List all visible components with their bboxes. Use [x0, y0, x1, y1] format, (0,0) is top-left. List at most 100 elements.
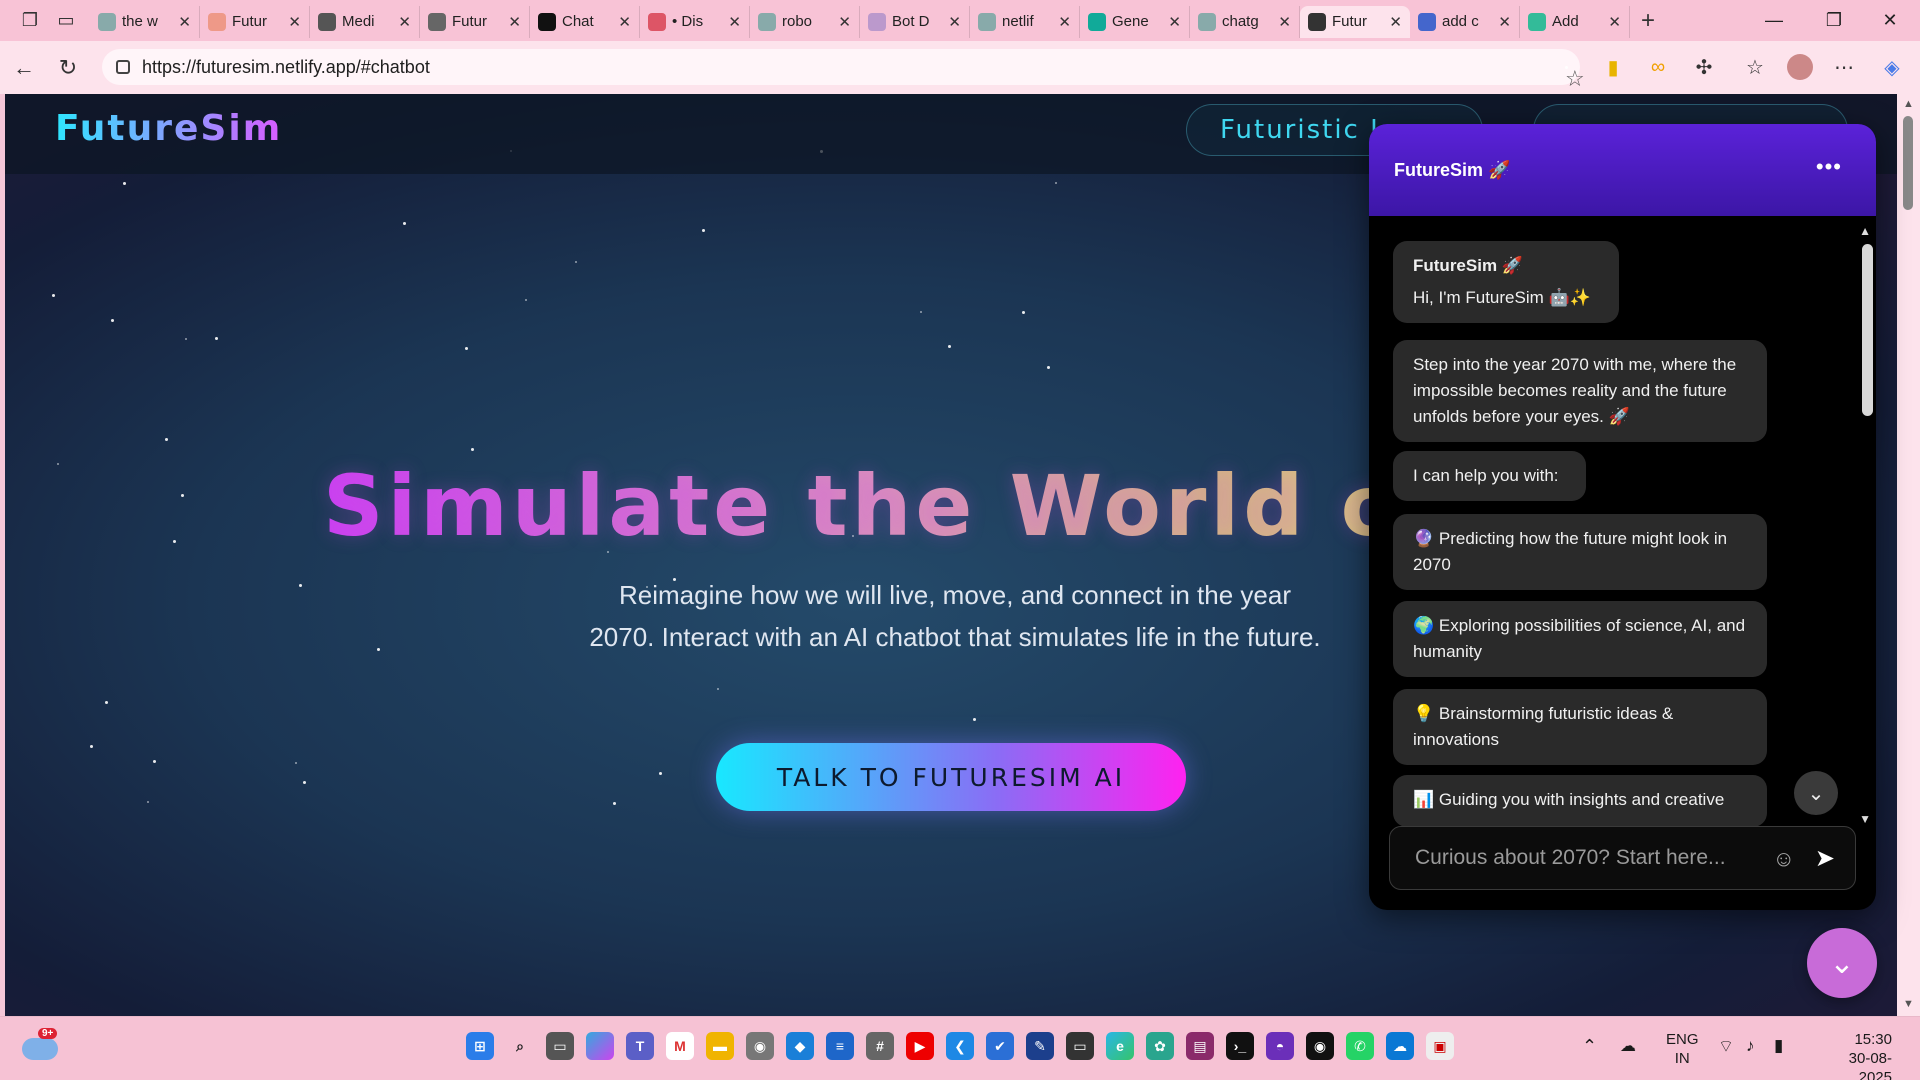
search-icon[interactable]: ⌕: [506, 1032, 534, 1060]
start-icon[interactable]: ⊞: [466, 1032, 494, 1060]
app-icon[interactable]: ✎: [1026, 1032, 1054, 1060]
browser-tab[interactable]: Chat ✕: [530, 5, 640, 38]
browser-tab[interactable]: Add ✕: [1520, 5, 1630, 38]
url-text[interactable]: https://futuresim.netlify.app/#chatbot: [142, 57, 430, 78]
browser-tab[interactable]: Futur ✕: [200, 5, 310, 38]
github-icon[interactable]: ◉: [1306, 1032, 1334, 1060]
whatsapp-icon[interactable]: ✆: [1346, 1032, 1374, 1060]
workspaces-icon[interactable]: ❐: [12, 5, 48, 37]
docs-icon[interactable]: ≡: [826, 1032, 854, 1060]
weather-widget[interactable]: 9+: [22, 1028, 60, 1060]
search-icon: [98, 12, 116, 31]
close-window-button[interactable]: ✕: [1860, 0, 1920, 41]
emoji-icon[interactable]: ☺: [1773, 846, 1795, 872]
battery-icon[interactable]: ▮: [1774, 1036, 1783, 1056]
terminal-app-icon[interactable]: ▭: [1066, 1032, 1094, 1060]
scroll-to-bottom-button[interactable]: ⌄: [1794, 771, 1838, 815]
close-tab-icon[interactable]: ✕: [178, 13, 191, 31]
close-tab-icon[interactable]: ✕: [398, 13, 411, 31]
extension-glasses-icon[interactable]: ∞: [1642, 51, 1674, 83]
close-tab-icon[interactable]: ✕: [1168, 13, 1181, 31]
file-explorer-icon[interactable]: ▬: [706, 1032, 734, 1060]
talk-to-futuresim-button[interactable]: TALK TO FUTURESIM AI: [716, 743, 1186, 811]
close-tab-icon[interactable]: ✕: [728, 13, 741, 31]
close-tab-icon[interactable]: ✕: [1389, 13, 1402, 31]
tab-title: robo: [782, 13, 813, 30]
close-tab-icon[interactable]: ✕: [1278, 13, 1291, 31]
background-star: [471, 448, 474, 451]
chat-scrollbar-thumb[interactable]: [1862, 244, 1873, 416]
close-tab-icon[interactable]: ✕: [288, 13, 301, 31]
copilot-icon[interactable]: ◈: [1876, 51, 1908, 83]
vertical-tabs-icon[interactable]: ▭: [48, 5, 84, 37]
volume-icon[interactable]: ♪: [1746, 1036, 1755, 1056]
calculator-icon[interactable]: #: [866, 1032, 894, 1060]
browser-tab[interactable]: Futur ✕: [420, 5, 530, 38]
close-tab-icon[interactable]: ✕: [838, 13, 851, 31]
browser-tab[interactable]: add c ✕: [1410, 5, 1520, 38]
close-tab-icon[interactable]: ✕: [1608, 13, 1621, 31]
todo-icon[interactable]: ✔: [986, 1032, 1014, 1060]
chatgpt-icon[interactable]: ✿: [1146, 1032, 1174, 1060]
extensions-puzzle-icon[interactable]: ✣: [1688, 51, 1720, 83]
chat-scroll-down-arrow[interactable]: ▼: [1859, 812, 1871, 826]
address-bar[interactable]: https://futuresim.netlify.app/#chatbot ☆: [102, 49, 1585, 91]
github-desktop-icon[interactable]: ◓: [1266, 1032, 1294, 1060]
language-indicator[interactable]: ENG IN: [1666, 1030, 1699, 1068]
close-tab-icon[interactable]: ✕: [948, 13, 961, 31]
search-icon: [1198, 12, 1216, 31]
app-icon[interactable]: ▣: [1426, 1032, 1454, 1060]
browser-tab[interactable]: • Dis ✕: [640, 5, 750, 38]
browser-tab[interactable]: netlif ✕: [970, 5, 1080, 38]
youtube-icon[interactable]: ▶: [906, 1032, 934, 1060]
close-tab-icon[interactable]: ✕: [508, 13, 521, 31]
browser-tab[interactable]: the w ✕: [90, 5, 200, 38]
diamond-icon: [1088, 12, 1106, 31]
close-tab-icon[interactable]: ✕: [618, 13, 631, 31]
back-button[interactable]: ←: [2, 48, 46, 88]
teams-icon[interactable]: T: [626, 1032, 654, 1060]
browser-tab[interactable]: Bot D ✕: [860, 5, 970, 38]
page-scrollbar[interactable]: ▲ ▼: [1897, 94, 1920, 1016]
refresh-button[interactable]: ↻: [46, 48, 90, 88]
camera-icon[interactable]: ◉: [746, 1032, 774, 1060]
copilot-icon[interactable]: [586, 1032, 614, 1060]
restore-button[interactable]: ❐: [1804, 0, 1864, 41]
chat-input-box: ☺ ➤: [1389, 826, 1856, 890]
wifi-icon[interactable]: ⌔: [1718, 1036, 1734, 1057]
browser-tab[interactable]: Futur ✕: [1300, 5, 1410, 38]
onedrive-icon[interactable]: ☁: [1386, 1032, 1414, 1060]
gmail-icon[interactable]: M: [666, 1032, 694, 1060]
profile-avatar[interactable]: [1787, 54, 1813, 80]
browser-tab[interactable]: robo ✕: [750, 5, 860, 38]
favorites-icon[interactable]: ☆: [1739, 51, 1771, 83]
clock[interactable]: 15:30 30-08-2025: [1818, 1030, 1892, 1080]
browser-tab[interactable]: Medi ✕: [310, 5, 420, 38]
favorite-star-icon[interactable]: ☆: [1565, 65, 1585, 91]
close-tab-icon[interactable]: ✕: [1498, 13, 1511, 31]
background-star: [105, 701, 108, 704]
close-tab-icon[interactable]: ✕: [1058, 13, 1071, 31]
app-icon[interactable]: ▤: [1186, 1032, 1214, 1060]
cloud-offline-icon[interactable]: ☁: [1620, 1036, 1636, 1056]
site-logo[interactable]: FutureSim: [55, 108, 282, 149]
show-hidden-icons[interactable]: ⌃: [1582, 1036, 1597, 1057]
chat-menu-icon[interactable]: •••: [1816, 154, 1842, 180]
extension-yellow-icon[interactable]: ▮: [1597, 51, 1629, 83]
chat-toggle-button[interactable]: ⌄: [1807, 928, 1877, 998]
browser-tab[interactable]: Gene ✕: [1080, 5, 1190, 38]
send-icon[interactable]: ➤: [1815, 844, 1835, 873]
tab-title: netlif: [1002, 13, 1034, 30]
chat-message: I can help you with:: [1393, 451, 1586, 501]
edge-icon[interactable]: e: [1106, 1032, 1134, 1060]
minimize-button[interactable]: —: [1744, 0, 1804, 41]
cmd-icon[interactable]: ›_: [1226, 1032, 1254, 1060]
vscode-icon[interactable]: ❮: [946, 1032, 974, 1060]
more-menu-icon[interactable]: ⋯: [1828, 51, 1860, 83]
task-view-icon[interactable]: ▭: [546, 1032, 574, 1060]
browser-tab[interactable]: chatg ✕: [1190, 5, 1300, 38]
new-tab-button[interactable]: +: [1630, 7, 1666, 35]
chat-scroll-up-arrow[interactable]: ▲: [1859, 224, 1871, 238]
store-icon[interactable]: ◆: [786, 1032, 814, 1060]
chat-message-input[interactable]: [1415, 846, 1755, 870]
